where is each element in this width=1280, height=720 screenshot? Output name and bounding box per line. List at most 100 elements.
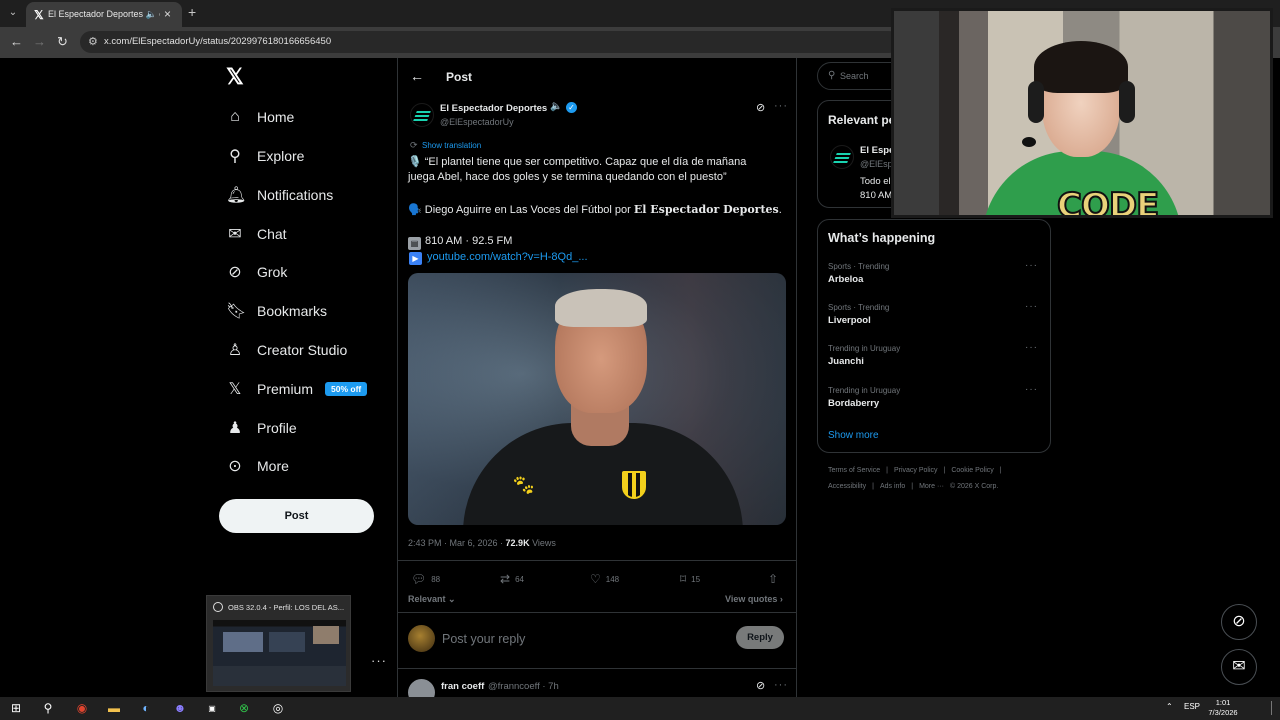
youtube-link[interactable]: youtube.com/watch?v=H-8Qd_...	[427, 251, 588, 263]
repost-action[interactable]: ⇄ 64	[500, 572, 524, 586]
nav-more[interactable]: ⊙ More	[226, 452, 289, 480]
reply-button[interactable]: Reply	[736, 626, 784, 649]
nav-home[interactable]: ⌂ Home	[226, 103, 294, 131]
current-user-avatar[interactable]	[408, 625, 435, 652]
more-link[interactable]: More ···	[919, 483, 944, 490]
accessibility-link[interactable]: Accessibility	[828, 483, 866, 490]
trend-item[interactable]: Trending in Uruguay Bordaberry ···	[828, 384, 1038, 409]
nav-premium[interactable]: 𝕏 Premium 50% off	[226, 375, 368, 403]
trend-more-icon[interactable]: ···	[1025, 342, 1038, 353]
steam-icon[interactable]: ◐	[136, 699, 156, 718]
xbox-icon[interactable]: ⊗	[234, 699, 254, 718]
grok-floating-button[interactable]: ⊘	[1221, 604, 1257, 640]
trend-more-icon[interactable]: ···	[1025, 384, 1038, 395]
footer-links: Accessibility | Ads info | More ··· © 2026 X …	[828, 479, 1058, 495]
reply-sort-dropdown[interactable]: Relevant ⌄	[408, 594, 456, 605]
grok-explain-icon[interactable]: ⊘	[756, 679, 765, 692]
show-desktop-button[interactable]	[1271, 701, 1275, 715]
privacy-link[interactable]: Privacy Policy	[894, 467, 938, 474]
chevron-right-icon: ›	[779, 594, 783, 604]
search-icon[interactable]: ⚲	[38, 699, 58, 718]
show-more-link[interactable]: Show more	[828, 430, 879, 441]
forward-icon[interactable]: →	[33, 34, 46, 49]
file-explorer-icon[interactable]: ▬	[104, 699, 124, 718]
discord-icon[interactable]: ☻	[170, 699, 190, 718]
views-count: 72.9K	[505, 538, 530, 548]
webcam-hair	[1034, 41, 1128, 93]
share-action[interactable]: ⇧	[768, 572, 783, 586]
webcam-overlay-text: CODE	[1056, 186, 1160, 218]
trend-more-icon[interactable]: ···	[1025, 301, 1038, 312]
nav-notifications[interactable]: 🔔︎ Notifications	[226, 181, 333, 209]
language-indicator[interactable]: ESP	[1184, 702, 1200, 711]
chrome-icon[interactable]: ◉	[72, 699, 92, 718]
bookmark-icon: 🔖︎	[226, 303, 247, 320]
ads-info-link[interactable]: Ads info	[880, 483, 905, 490]
nav-chat[interactable]: ✉ Chat	[226, 220, 287, 248]
post-button[interactable]: Post	[219, 499, 374, 533]
repost-count: 64	[515, 574, 524, 584]
author-name[interactable]: El Espectador Deportes	[440, 103, 547, 114]
reply-action[interactable]: 💬︎ 88	[411, 572, 440, 586]
nav-creator-studio[interactable]: ♙ Creator Studio	[226, 336, 347, 364]
trend-name: Juanchi	[828, 356, 864, 367]
trend-item[interactable]: Sports · Trending Arbeloa ···	[828, 260, 1038, 285]
nav-label: Bookmarks	[257, 303, 328, 319]
nav-label: Chat	[257, 226, 287, 242]
relevant-avatar[interactable]	[830, 145, 854, 169]
whats-happening-card: What’s happening Sports · Trending Arbel…	[817, 219, 1051, 453]
nav-explore[interactable]: ⚲ Explore	[226, 142, 304, 170]
nav-profile[interactable]: ♟ Profile	[226, 414, 297, 442]
reload-icon[interactable]: ↻	[57, 34, 68, 50]
epic-games-icon[interactable]: ▣	[202, 699, 222, 718]
obs-icon[interactable]: ◎	[268, 699, 288, 718]
terms-link[interactable]: Terms of Service	[828, 467, 880, 474]
nav-bookmarks[interactable]: 🔖︎ Bookmarks	[226, 297, 327, 325]
trend-category: Sports · Trending	[828, 262, 890, 271]
x-logo-icon[interactable]: 𝕏	[226, 64, 244, 90]
chat-floating-button[interactable]: ✉	[1221, 649, 1257, 685]
show-translation-link[interactable]: Show translation	[422, 141, 481, 150]
footer-separator: |	[872, 483, 874, 490]
clock-time: 1:01	[1215, 698, 1231, 707]
brand-logo-icon	[413, 111, 431, 121]
author-avatar[interactable]	[410, 103, 434, 127]
tab-close-icon[interactable]: ×	[164, 7, 171, 21]
reply-more-icon[interactable]: ···	[774, 679, 788, 691]
back-icon[interactable]: ←	[10, 34, 23, 49]
cookie-link[interactable]: Cookie Policy	[951, 467, 993, 474]
home-icon: ⌂	[230, 108, 240, 125]
tweet-text-line: juega Abel, hace dos goles y se termina …	[408, 171, 727, 183]
browser-tab[interactable]: 𝕏 El Espectador Deportes 🔈 on X ×	[26, 2, 182, 27]
footer-separator: |	[943, 467, 946, 474]
tweet-more-icon[interactable]: ···	[774, 100, 788, 112]
nav-grok[interactable]: ⊘ Grok	[226, 258, 287, 286]
tray-chevron-up-icon[interactable]: ⌃	[1166, 702, 1173, 711]
author-handle[interactable]: @ElEspectadorUy	[440, 117, 514, 127]
view-quotes-link[interactable]: View quotes ›	[725, 594, 783, 604]
taskbar-clock[interactable]: 1:01 7/3/2026	[1200, 698, 1246, 718]
bookmark-action[interactable]: ⌑ 15	[680, 572, 700, 586]
address-bar[interactable]: ⚙ x.com/ElEspectadorUy/status/2029976180…	[80, 31, 900, 53]
windows-start-icon[interactable]: ⊞	[6, 699, 26, 718]
obs-taskbar-preview[interactable]: OBS 32.0.4 - Perfil: LOS DEL AS...	[206, 595, 351, 692]
tab-search-icon[interactable]: ⌄	[4, 4, 22, 22]
more-dots-icon[interactable]: ···	[371, 653, 387, 668]
like-action[interactable]: ♡ 148	[590, 572, 619, 586]
tweet-timestamp[interactable]: 2:43 PM · Mar 6, 2026 ·	[408, 538, 506, 548]
headset-icon	[1028, 81, 1044, 123]
tweet-photo[interactable]: 🐾︎	[408, 273, 786, 525]
mail-icon: ✉	[228, 226, 242, 243]
back-arrow-icon[interactable]: ←	[410, 68, 424, 84]
trend-item[interactable]: Trending in Uruguay Juanchi ···	[828, 342, 1038, 367]
reply-author-name[interactable]: fran coeff	[441, 681, 484, 692]
copyright: © 2026 X Corp.	[949, 483, 999, 490]
radio-frequencies: 810 AM · 92.5 FM	[425, 235, 513, 247]
trend-more-icon[interactable]: ···	[1025, 260, 1038, 271]
tweet-text-suffix: .	[778, 204, 782, 216]
site-info-icon[interactable]: ⚙	[88, 35, 98, 48]
new-tab-icon[interactable]: +	[188, 4, 196, 20]
grok-explain-icon[interactable]: ⊘	[756, 101, 765, 114]
trend-item[interactable]: Sports · Trending Liverpool ···	[828, 301, 1038, 326]
reply-input[interactable]: Post your reply	[442, 632, 525, 646]
